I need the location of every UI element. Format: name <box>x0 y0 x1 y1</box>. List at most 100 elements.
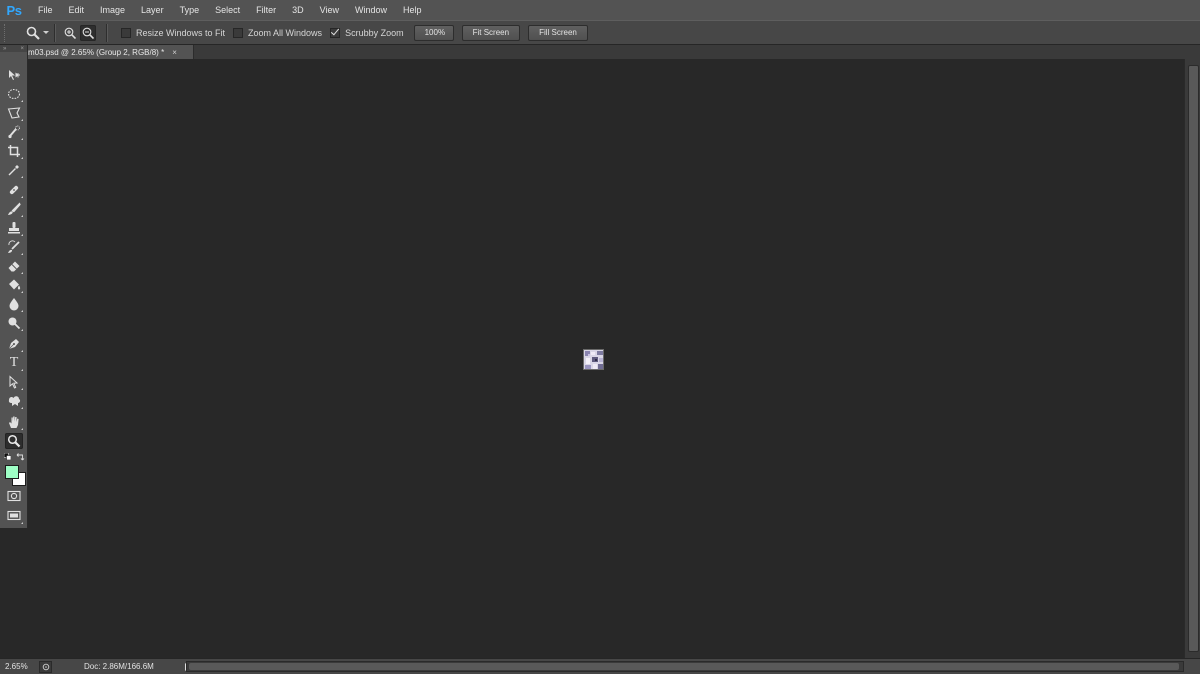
close-icon[interactable]: × <box>172 48 177 57</box>
document-tab-strip: m03.psd @ 2.65% (Group 2, RGB/8) * × <box>28 45 1200 59</box>
zoom-all-windows-checkbox[interactable]: Zoom All Windows <box>233 27 323 38</box>
clone-stamp-tool[interactable] <box>5 220 23 236</box>
hand-tool-icon <box>9 416 19 428</box>
tool-flyout-indicator <box>21 291 23 293</box>
polygonal-lasso-icon <box>7 107 21 119</box>
menu-3d[interactable]: 3D <box>284 0 312 20</box>
foreground-color-swatch[interactable] <box>5 465 19 479</box>
horizontal-scrollbar[interactable] <box>186 661 1184 672</box>
dodge-tool[interactable] <box>5 315 23 331</box>
elliptical-marquee-icon <box>7 88 21 100</box>
options-bar-grip[interactable] <box>4 23 11 42</box>
swap-colors-icon[interactable] <box>16 452 25 461</box>
status-bar: 2.65% Doc: 2.86M/166.6M <box>0 658 1200 674</box>
healing-brush-tool[interactable] <box>5 182 23 198</box>
photoshop-logo: Ps <box>6 2 22 18</box>
quick-mask-icon <box>7 490 21 502</box>
zoom-tool-icon <box>7 434 21 448</box>
document-tab[interactable]: m03.psd @ 2.65% (Group 2, RGB/8) * × <box>28 45 194 59</box>
history-brush-icon <box>8 240 20 253</box>
tool-preset-picker[interactable] <box>21 24 49 42</box>
brush-tool[interactable] <box>5 201 23 217</box>
move-tool[interactable] <box>5 67 23 83</box>
zoom-all-windows-label: Zoom All Windows <box>248 27 323 38</box>
options-bar: Resize Windows to Fit Zoom All Windows S… <box>0 20 1200 45</box>
document-tab-label: m03.psd @ 2.65% (Group 2, RGB/8) * <box>28 47 165 57</box>
zoom-in-button[interactable] <box>62 25 78 41</box>
crop-tool[interactable] <box>5 143 23 159</box>
paint-bucket-icon <box>9 279 21 290</box>
paint-bucket-tool[interactable] <box>5 277 23 293</box>
quick-selection-tool[interactable] <box>5 124 23 140</box>
document-size-info: Doc: 2.86M/166.6M <box>84 662 154 671</box>
pen-tool[interactable] <box>5 336 23 352</box>
fill-screen-button[interactable]: Fill Screen <box>528 24 588 41</box>
horizontal-scrollbar-thumb[interactable] <box>189 663 1179 670</box>
actual-pixels-button[interactable]: 100% <box>413 24 454 41</box>
menu-image[interactable]: Image <box>92 0 133 20</box>
tool-flyout-indicator <box>21 350 23 352</box>
zoom-in-icon <box>64 27 76 39</box>
lasso-tool[interactable] <box>5 105 23 121</box>
menu-file[interactable]: File <box>30 0 61 20</box>
eraser-tool[interactable] <box>5 258 23 274</box>
checkbox-box[interactable] <box>233 27 244 38</box>
menu-help[interactable]: Help <box>395 0 430 20</box>
tool-flyout-indicator <box>21 407 23 409</box>
vertical-scrollbar[interactable] <box>1184 59 1200 658</box>
tool-flyout-indicator <box>21 234 23 236</box>
menu-layer[interactable]: Layer <box>133 0 172 20</box>
tool-flyout-indicator <box>21 119 23 121</box>
tool-flyout-indicator <box>21 428 23 430</box>
screen-mode-icon <box>7 510 21 521</box>
menu-view[interactable]: View <box>312 0 347 20</box>
marquee-tool[interactable] <box>5 86 23 102</box>
blur-tool-icon <box>9 298 19 311</box>
history-brush-tool[interactable] <box>5 239 23 255</box>
tool-flyout-indicator <box>21 388 23 390</box>
eyedropper-tool[interactable] <box>5 162 23 178</box>
checkbox-box[interactable] <box>121 27 131 38</box>
separator <box>54 23 56 42</box>
hand-tool[interactable] <box>5 414 23 430</box>
zoom-out-button[interactable] <box>80 24 96 41</box>
quick-mask-button[interactable] <box>5 488 23 504</box>
type-tool[interactable]: T <box>5 355 23 371</box>
fit-screen-button[interactable]: Fit Screen <box>461 24 521 41</box>
document-canvas-image[interactable] <box>583 349 604 370</box>
zoom-out-icon <box>82 27 94 39</box>
tool-flyout-indicator <box>21 138 23 140</box>
collapse-panel-icon[interactable]: » <box>3 46 6 52</box>
proof-target-icon <box>42 663 49 670</box>
tool-flyout-indicator <box>21 253 23 255</box>
vertical-scrollbar-thumb[interactable] <box>1188 65 1199 652</box>
menu-type[interactable]: Type <box>172 0 208 20</box>
tool-flyout-indicator <box>21 100 23 102</box>
tool-flyout-indicator <box>21 329 23 331</box>
status-target-icon[interactable] <box>39 660 52 673</box>
blur-tool[interactable] <box>5 296 23 312</box>
path-selection-tool[interactable] <box>5 374 23 390</box>
resize-windows-checkbox[interactable]: Resize Windows to Fit <box>121 27 225 38</box>
tool-flyout-indicator <box>21 522 23 524</box>
color-swatches <box>3 450 27 486</box>
brush-tool-icon <box>8 202 21 215</box>
path-selection-icon <box>9 375 19 389</box>
pen-tool-icon <box>8 339 19 350</box>
checkbox-box-checked[interactable] <box>330 27 341 38</box>
zoom-level-field[interactable]: 2.65% <box>0 662 33 671</box>
default-colors-icon[interactable] <box>4 453 11 460</box>
zoom-tool[interactable] <box>5 433 23 449</box>
menu-filter[interactable]: Filter <box>248 0 284 20</box>
tool-flyout-indicator <box>21 369 23 371</box>
scrubby-zoom-checkbox[interactable]: Scrubby Zoom <box>330 27 404 38</box>
menu-edit[interactable]: Edit <box>61 0 93 20</box>
tool-flyout-indicator <box>21 176 23 178</box>
canvas-area[interactable] <box>28 59 1184 658</box>
menu-select[interactable]: Select <box>207 0 248 20</box>
separator <box>106 23 108 42</box>
screen-mode-button[interactable] <box>5 508 23 524</box>
close-panel-icon[interactable]: × <box>20 46 24 52</box>
custom-shape-tool[interactable] <box>5 393 23 409</box>
menu-window[interactable]: Window <box>347 0 395 20</box>
